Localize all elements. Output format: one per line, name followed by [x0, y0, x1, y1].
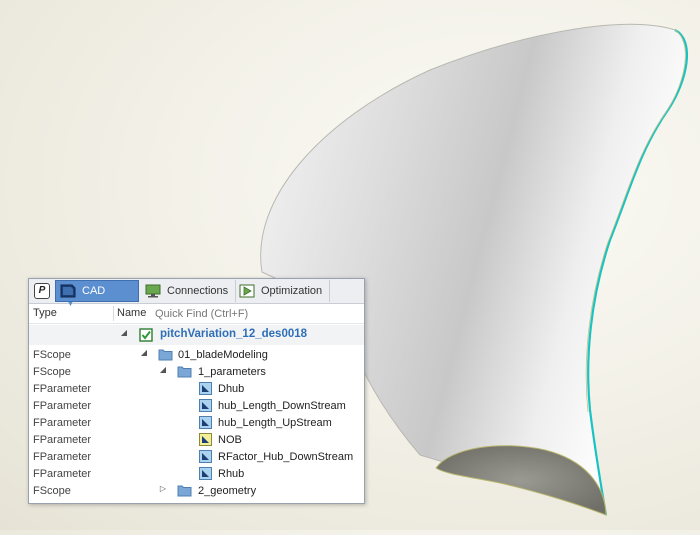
column-separator[interactable] [113, 306, 114, 321]
parameter-icon [199, 450, 212, 463]
collapse-arrow-icon[interactable]: ◢ [158, 365, 168, 374]
row-name: 1_parameters [198, 366, 266, 378]
tree-row[interactable]: FParameter Rhub [29, 466, 364, 483]
parameter-icon [199, 416, 212, 429]
folder-icon [158, 349, 173, 361]
row-name: 2_geometry [198, 485, 257, 497]
monitor-icon [145, 284, 161, 298]
tree-row[interactable]: FScope ▷ 2_geometry [29, 483, 364, 500]
checkbox-checked-icon[interactable] [139, 328, 153, 342]
model-tree-panel: P CAD Connections Optimization Type ▼ Na… [28, 278, 365, 504]
tree-header: Type ▼ Name [29, 301, 364, 324]
tab-optimization[interactable]: Optimization [235, 280, 330, 302]
column-name-header[interactable]: Name [117, 307, 146, 319]
row-type: FScope [33, 349, 71, 361]
tree-row[interactable]: FScope ◢ 1_parameters [29, 364, 364, 381]
collapse-arrow-icon[interactable]: ◢ [119, 328, 129, 337]
tab-cad-label: CAD [82, 285, 106, 297]
row-type: FScope [33, 366, 71, 378]
tab-optimization-label: Optimization [261, 285, 323, 297]
tree-row[interactable]: FParameter RFactor_Hub_DownStream [29, 449, 364, 466]
parameter-icon-highlighted [199, 433, 212, 446]
tab-bar: P CAD Connections Optimization [29, 279, 364, 304]
parameter-icon [199, 467, 212, 480]
tree-root-label: pitchVariation_12_des0018 [160, 328, 308, 340]
row-type: FParameter [33, 451, 92, 463]
tree-row[interactable]: FParameter Dhub [29, 381, 364, 398]
row-type: FParameter [33, 400, 92, 412]
expand-arrow-icon[interactable]: ▷ [158, 484, 168, 493]
parameter-icon [199, 382, 212, 395]
tree-row[interactable]: FParameter hub_Length_DownStream [29, 398, 364, 415]
collapse-arrow-icon[interactable]: ◢ [139, 348, 149, 357]
folder-icon [177, 366, 192, 378]
cad-icon [60, 284, 76, 298]
row-type: FParameter [33, 434, 92, 446]
row-name: 01_bladeModeling [178, 349, 268, 361]
tab-p-logo[interactable]: P [31, 280, 53, 302]
row-type: FParameter [33, 383, 92, 395]
row-name: Rhub [218, 468, 245, 480]
tab-cad[interactable]: CAD [55, 280, 139, 302]
folder-icon [177, 485, 192, 497]
row-name: hub_Length_UpStream [218, 417, 332, 429]
tree-row[interactable]: FParameter NOB [29, 432, 364, 449]
row-type: FScope [33, 485, 71, 497]
row-type: FParameter [33, 468, 92, 480]
row-name: RFactor_Hub_DownStream [218, 451, 354, 463]
tab-connections[interactable]: Connections [141, 280, 236, 302]
row-name: NOB [218, 434, 242, 446]
p-logo-icon: P [34, 283, 50, 299]
quick-find-input[interactable] [155, 306, 360, 321]
row-type: FParameter [33, 417, 92, 429]
row-name: Dhub [218, 383, 245, 395]
tree-root-row[interactable]: ◢ pitchVariation_12_des0018 [29, 325, 364, 345]
column-type-header[interactable]: Type [33, 307, 57, 319]
row-name: hub_Length_DownStream [218, 400, 346, 412]
tree-row[interactable]: FScope ◢ 01_bladeModeling [29, 347, 364, 364]
play-icon [239, 284, 255, 298]
sort-indicator-icon: ▼ [67, 301, 74, 308]
tree-row[interactable]: FParameter hub_Length_UpStream [29, 415, 364, 432]
parameter-icon [199, 399, 212, 412]
tab-connections-label: Connections [167, 285, 229, 297]
